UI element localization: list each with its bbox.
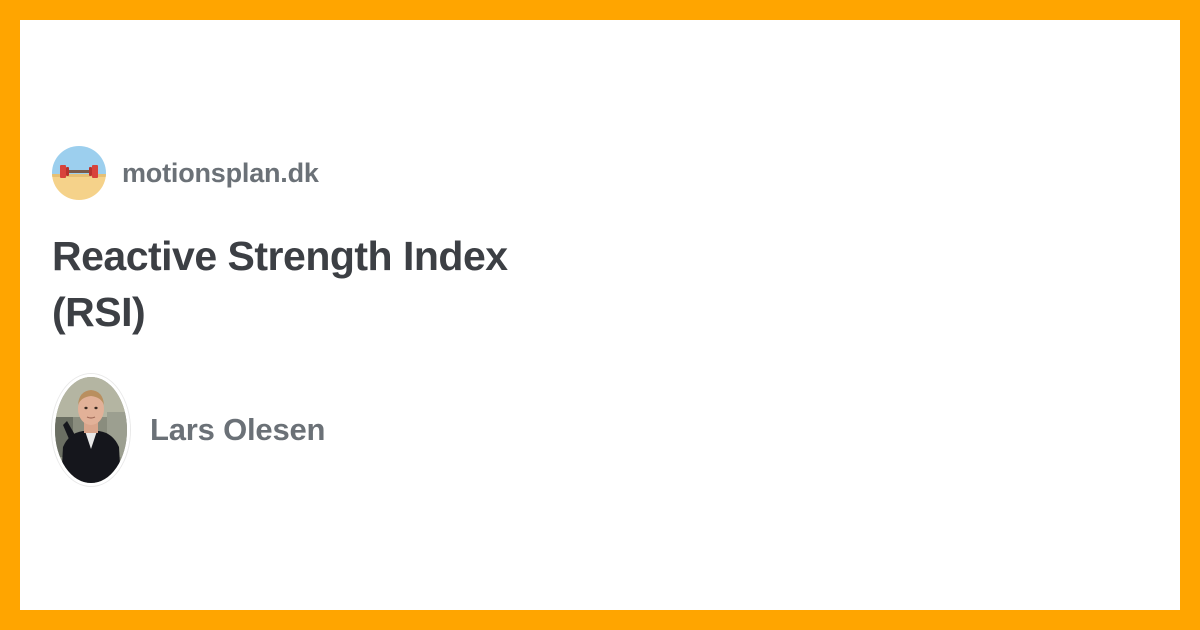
article-title[interactable]: Reactive Strength Index (RSI) bbox=[52, 228, 572, 340]
article-title-line-2: (RSI) bbox=[52, 289, 146, 335]
share-card: motionsplan.dk Reactive Strength Index (… bbox=[20, 20, 1180, 610]
site-name[interactable]: motionsplan.dk bbox=[122, 158, 319, 189]
site-header[interactable]: motionsplan.dk bbox=[52, 146, 319, 200]
article-title-line-1: Reactive Strength Index bbox=[52, 233, 508, 279]
author-name[interactable]: Lars Olesen bbox=[150, 412, 325, 448]
author-avatar[interactable] bbox=[52, 374, 130, 486]
author-byline[interactable]: Lars Olesen bbox=[52, 374, 325, 486]
site-logo-icon[interactable] bbox=[52, 146, 106, 200]
